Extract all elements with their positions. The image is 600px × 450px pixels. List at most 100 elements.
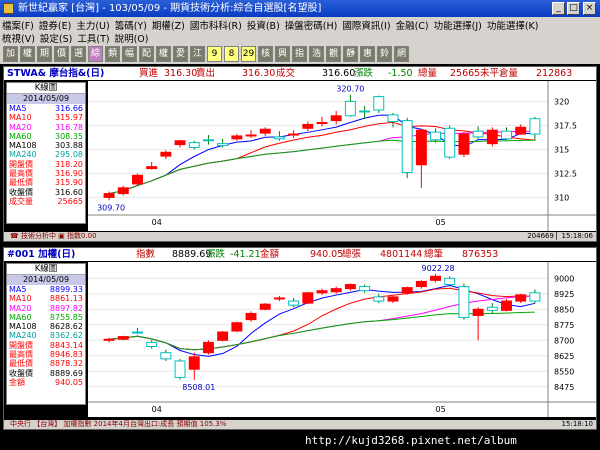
candle-body[interactable] — [146, 166, 158, 170]
candle-body[interactable] — [373, 296, 385, 302]
candle-body[interactable] — [174, 360, 186, 378]
candle-body[interactable] — [302, 292, 314, 304]
candle-body[interactable] — [430, 131, 442, 141]
candle-body[interactable] — [146, 341, 158, 347]
candle-body[interactable] — [231, 135, 243, 140]
candle-body[interactable] — [202, 341, 214, 354]
candle-body[interactable] — [188, 356, 200, 370]
toolbar-button-6[interactable]: 類 — [105, 46, 120, 62]
candle-body[interactable] — [245, 312, 257, 321]
row1-item-7[interactable]: 操盤密碼(H) — [285, 18, 338, 32]
candle-body[interactable] — [401, 287, 413, 294]
candle-body[interactable] — [444, 277, 456, 286]
candle-body[interactable] — [259, 128, 271, 134]
candle-body[interactable] — [103, 193, 115, 198]
toolbar-button-16[interactable]: 興 — [275, 46, 290, 62]
close-button[interactable]: × — [583, 2, 596, 15]
candle-body[interactable] — [160, 352, 172, 360]
row1-item-8[interactable]: 國際資訊(I) — [342, 18, 390, 32]
toolbar-button-9[interactable]: 權 — [156, 46, 171, 62]
candle-body[interactable] — [515, 294, 527, 302]
toolbar-button-15[interactable]: 核 — [258, 46, 273, 62]
toolbar-button-22[interactable]: 鈴 — [377, 46, 392, 62]
candle-body[interactable] — [387, 296, 399, 302]
candle-body[interactable] — [160, 151, 172, 157]
toolbar-button-11[interactable]: 江 — [190, 46, 205, 62]
row2-item-0[interactable]: 梳視(V) — [2, 31, 35, 45]
toolbar-button-7[interactable]: 幅 — [122, 46, 137, 62]
row1-item-6[interactable]: 投資(B) — [247, 18, 280, 32]
candle-body[interactable] — [430, 275, 442, 281]
toolbar-button-2[interactable]: 期 — [37, 46, 52, 62]
toolbar-button-10[interactable]: 愛 — [173, 46, 188, 62]
toolbar-button-0[interactable]: 加 — [3, 46, 18, 62]
candle-body[interactable] — [302, 123, 314, 129]
row1-item-3[interactable]: 籌碼(Y) — [115, 18, 147, 32]
candle-body[interactable] — [415, 129, 427, 166]
row1-item-1[interactable]: 證券(E) — [39, 18, 71, 32]
toolbar-button-20[interactable]: 靜 — [343, 46, 358, 62]
candle-body[interactable] — [330, 115, 342, 122]
toolbar-button-3[interactable]: 價 — [54, 46, 69, 62]
candle-body[interactable] — [486, 306, 498, 311]
toolbar-button-5[interactable]: 綜 — [88, 46, 103, 62]
toolbar-button-19[interactable]: 觀 — [326, 46, 341, 62]
minimize-button[interactable]: _ — [552, 2, 565, 15]
candle-body[interactable] — [486, 129, 498, 145]
candle-body[interactable] — [515, 126, 527, 135]
candle-body[interactable] — [344, 100, 356, 117]
row1-item-11[interactable]: 功能選擇(K) — [487, 18, 539, 32]
candle-body[interactable] — [458, 133, 470, 155]
row2-item-1[interactable]: 設定(S) — [40, 31, 72, 45]
candle-body[interactable] — [501, 300, 512, 311]
row1-item-9[interactable]: 金融(C) — [396, 18, 429, 32]
candle-body[interactable] — [529, 292, 541, 302]
candle-body[interactable] — [359, 110, 371, 113]
candle-body[interactable] — [472, 308, 484, 317]
toolbar-button-23[interactable]: 網 — [394, 46, 409, 62]
candle-body[interactable] — [373, 96, 385, 111]
candle-body[interactable] — [132, 174, 143, 185]
candle-body[interactable] — [316, 122, 328, 125]
candle-body[interactable] — [117, 336, 129, 340]
row2-item-3[interactable]: 說明(O) — [115, 31, 149, 45]
candle-body[interactable] — [288, 133, 300, 136]
candle-body[interactable] — [273, 136, 285, 140]
candle-body[interactable] — [259, 303, 271, 310]
row1-item-0[interactable]: 檔案(F) — [2, 18, 34, 32]
candle-body[interactable] — [387, 114, 399, 123]
toolbar-button-21[interactable]: 惠 — [360, 46, 375, 62]
candle-body[interactable] — [231, 322, 243, 332]
candle-body[interactable] — [401, 120, 413, 173]
toolbar-button-13[interactable]: 8 — [224, 46, 239, 62]
candle-body[interactable] — [273, 297, 285, 300]
toolbar-button-14[interactable]: 29 — [241, 46, 256, 62]
toolbar-button-8[interactable]: 配 — [139, 46, 154, 62]
candle-body[interactable] — [501, 130, 512, 140]
candle-body[interactable] — [529, 118, 541, 135]
toolbar-button-12[interactable]: 9 — [207, 46, 222, 62]
toolbar-button-17[interactable]: 指 — [292, 46, 307, 62]
candle-body[interactable] — [359, 286, 371, 292]
candle-body[interactable] — [288, 300, 300, 306]
candle-body[interactable] — [458, 286, 470, 319]
candle-body[interactable] — [316, 290, 328, 294]
candle-body[interactable] — [174, 140, 186, 146]
row1-item-10[interactable]: 功能選擇(J) — [434, 18, 482, 32]
candle-body[interactable] — [245, 134, 257, 137]
futures-candlestick-chart[interactable]: 310 312.5 315 317.5 320 320.70 309.70 04 05 — [88, 81, 596, 231]
candle-body[interactable] — [330, 288, 342, 293]
toolbar-button-1[interactable]: 權 — [20, 46, 35, 62]
candle-body[interactable] — [132, 331, 143, 334]
candle-body[interactable] — [217, 143, 229, 147]
row1-item-5[interactable]: 國市科科(R) — [190, 18, 242, 32]
toolbar-button-4[interactable]: 選 — [71, 46, 86, 62]
candle-body[interactable] — [202, 139, 214, 142]
index-candlestick-chart[interactable]: 8475 8550 8625 8700 8775 8850 8925 9000 9022.28 8… — [88, 262, 596, 417]
candle-body[interactable] — [188, 142, 200, 148]
toolbar-button-18[interactable]: 浩 — [309, 46, 324, 62]
candle-body[interactable] — [344, 284, 356, 290]
candle-body[interactable] — [103, 338, 115, 341]
candle-body[interactable] — [217, 331, 229, 341]
candle-body[interactable] — [117, 187, 129, 195]
